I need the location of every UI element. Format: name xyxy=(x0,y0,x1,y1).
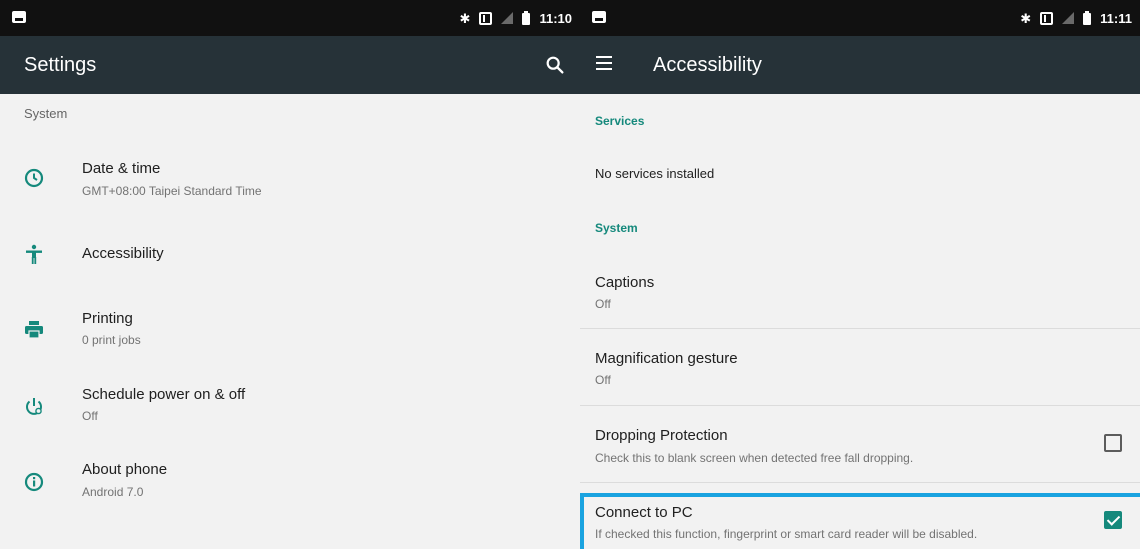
section-header-services: Services xyxy=(595,114,645,128)
settings-item-schedule-power[interactable]: Schedule power on & off Off xyxy=(0,374,580,434)
power-schedule-icon xyxy=(26,398,42,415)
item-title: Accessibility xyxy=(82,245,164,262)
bluetooth-icon: ✱ xyxy=(1020,10,1032,26)
item-subtitle: Off xyxy=(82,409,98,423)
item-title: Captions xyxy=(595,274,655,291)
item-title: Schedule power on & off xyxy=(82,386,246,403)
item-title: Magnification gesture xyxy=(595,350,738,367)
status-bar: ✱ 11:10 xyxy=(0,0,580,36)
signal-icon xyxy=(501,12,514,24)
image-notification-icon xyxy=(592,11,606,23)
item-subtitle: Off xyxy=(595,297,611,311)
item-subtitle: Check this to blank screen when detected… xyxy=(595,451,914,465)
battery-icon xyxy=(522,10,531,25)
printer-icon xyxy=(25,321,43,339)
item-subtitle: If checked this function, fingerprint or… xyxy=(595,527,978,541)
dropping-protection-checkbox[interactable] xyxy=(1104,434,1122,452)
signal-icon xyxy=(1062,12,1075,24)
item-title: Printing xyxy=(82,310,133,327)
accessibility-item-captions[interactable]: Captions Off xyxy=(580,258,1140,328)
app-bar: Accessibility xyxy=(580,36,1140,94)
item-title: Date & time xyxy=(82,160,161,177)
nfc-icon xyxy=(479,11,493,25)
settings-item-about-phone[interactable]: About phone Android 7.0 xyxy=(0,450,580,510)
item-title: About phone xyxy=(82,461,168,478)
settings-item-printing[interactable]: Printing 0 print jobs xyxy=(0,298,580,358)
clock-icon xyxy=(24,168,44,188)
battery-icon xyxy=(1083,10,1092,25)
item-subtitle: GMT+08:00 Taipei Standard Time xyxy=(82,184,262,198)
divider xyxy=(580,482,1140,483)
status-time: 11:11 xyxy=(1100,10,1132,26)
settings-item-accessibility[interactable]: Accessibility xyxy=(0,226,580,282)
app-bar: Settings xyxy=(0,36,580,94)
item-subtitle: Android 7.0 xyxy=(82,485,144,499)
status-bar: ✱ 11:11 xyxy=(580,0,1140,36)
item-subtitle: Off xyxy=(595,373,611,387)
status-time: 11:10 xyxy=(539,10,572,26)
item-subtitle: 0 print jobs xyxy=(82,333,141,347)
settings-screen: ✱ 11:10 Settings System Date & time GMT+… xyxy=(0,0,580,549)
menu-icon[interactable] xyxy=(596,56,618,76)
search-icon[interactable] xyxy=(544,54,566,76)
item-title: Dropping Protection xyxy=(595,427,728,444)
accessibility-screen: ✱ 11:11 Accessibility Services No servic… xyxy=(580,0,1140,549)
accessibility-item-dropping-protection[interactable]: Dropping Protection Check this to blank … xyxy=(580,406,1140,482)
info-icon xyxy=(24,472,44,492)
page-title: Accessibility xyxy=(653,54,762,76)
accessibility-item-connect-to-pc[interactable]: Connect to PC If checked this function, … xyxy=(580,493,1140,549)
accessibility-item-magnification[interactable]: Magnification gesture Off xyxy=(580,329,1140,405)
page-title: Settings xyxy=(24,54,97,76)
section-header-system: System xyxy=(24,106,68,121)
section-header-system: System xyxy=(595,221,638,235)
nfc-icon xyxy=(1040,11,1054,25)
item-title: Connect to PC xyxy=(595,504,693,521)
connect-to-pc-checkbox[interactable] xyxy=(1104,511,1122,529)
no-services-text: No services installed xyxy=(595,166,715,181)
image-notification-icon xyxy=(12,11,26,23)
bluetooth-icon: ✱ xyxy=(459,10,471,26)
accessibility-icon xyxy=(26,244,42,264)
settings-item-date-time[interactable]: Date & time GMT+08:00 Taipei Standard Ti… xyxy=(0,150,580,210)
